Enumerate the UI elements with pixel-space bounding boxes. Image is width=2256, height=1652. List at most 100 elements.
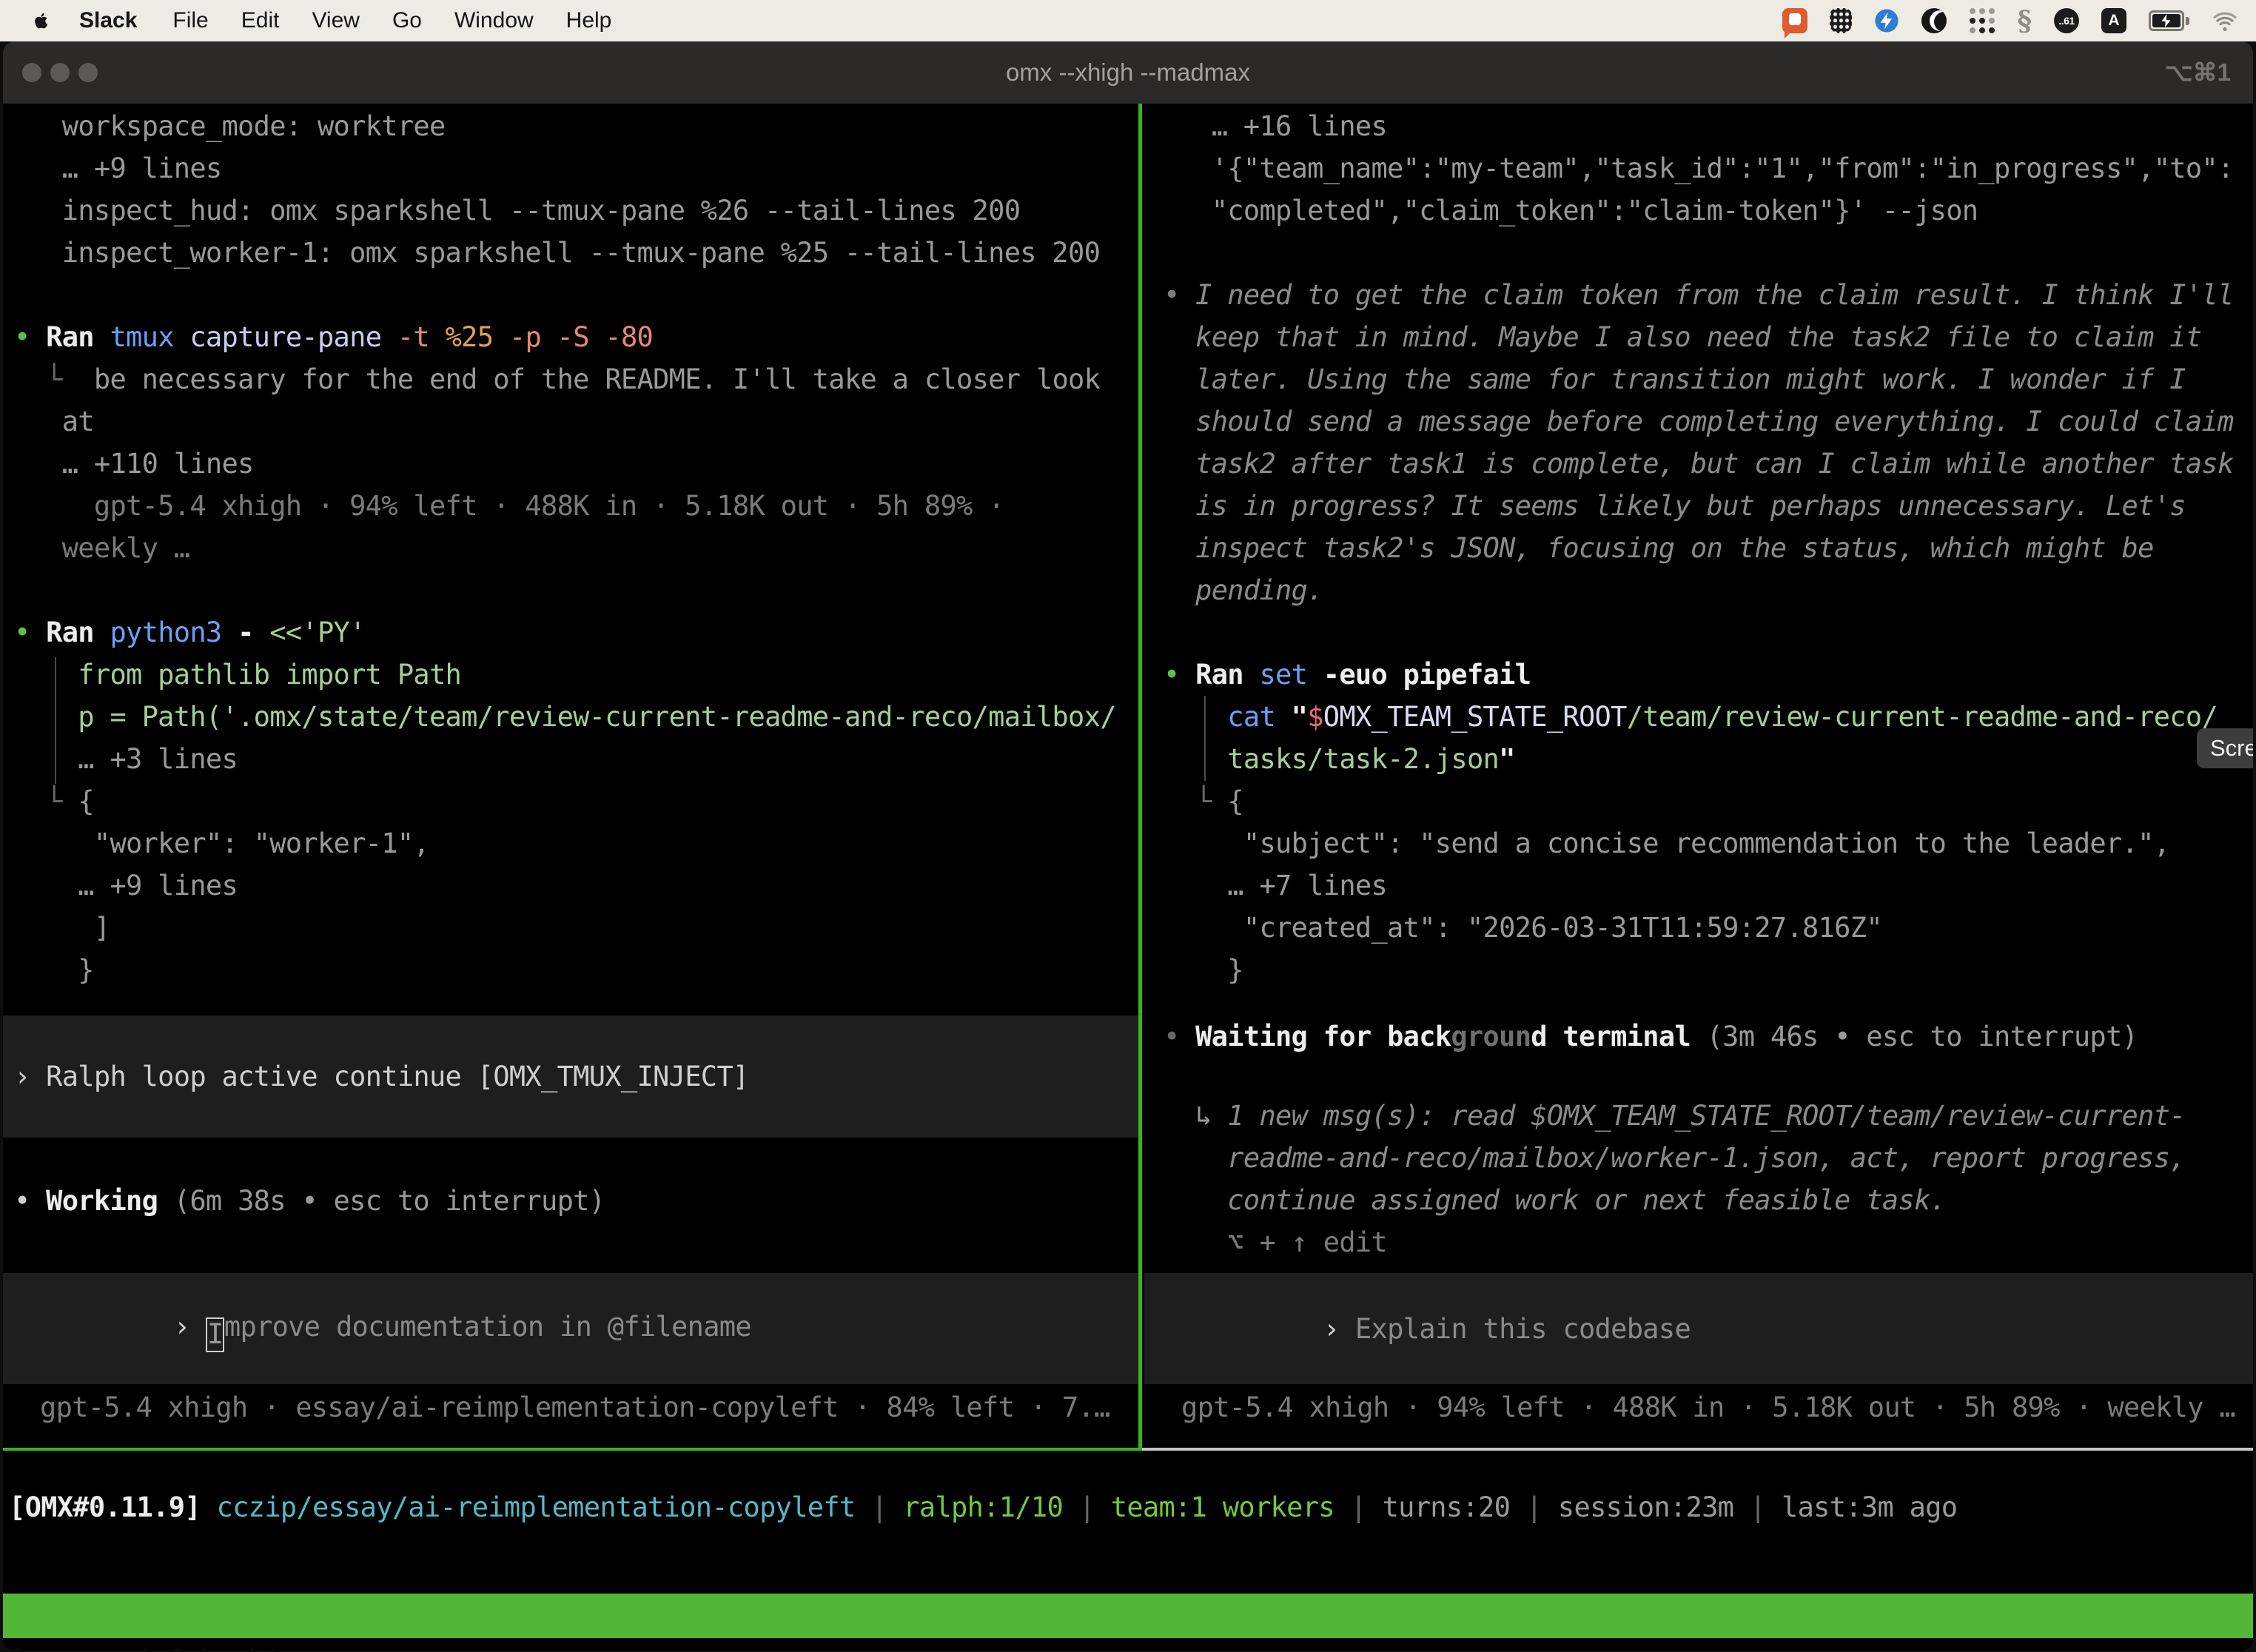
macos-menu-bar: Slack File Edit View Go Window Help § ..61 A [0,0,2256,41]
battery-icon[interactable] [2149,10,2189,31]
menu-item-go[interactable]: Go [392,8,422,33]
terminal-window: omx --xhigh --madmax ⌥⌘1 workspace_mode:… [3,41,2253,1651]
model-status-line-right: gpt-5.4 xhigh · 94% left · 488K in · 5.1… [1181,1386,2235,1428]
terminal-line: should send a message before completing … [1164,400,2253,443]
text-segment: should send a message before completing … [1164,406,2234,437]
menu-app-name[interactable]: Slack [79,8,137,33]
text-segment: -S [557,321,605,353]
terminal-line: task2 after task1 is complete, but can I… [1164,443,2253,485]
terminal-line: • Ran python3 - <<'PY' [14,611,1138,654]
terminal-line: pending. [1164,569,2253,611]
terminal-line: later. Using the same for transition mig… [1164,358,2253,400]
text-segment: Ran [46,617,110,648]
text-segment: ralph:1/10 [903,1491,1063,1523]
text-segment: " [1292,701,1308,733]
text-segment: › [14,1061,46,1092]
menu-items: File Edit View Go Window Help [140,8,611,33]
squiggle-icon[interactable]: § [2018,8,2032,33]
text-segment: - [238,617,269,648]
text-segment: -t [397,321,446,353]
ralph-inject-banner-text: › Ralph loop active continue [OMX_TMUX_I… [14,1055,749,1098]
text-segment: I need to get the claim token from the c… [1195,279,2233,311]
terminal-line: • I need to get the claim token from the… [1164,274,2253,316]
text-segment: <<'PY' [269,617,365,648]
text-segment: | [1733,1491,1782,1523]
window-title-bar[interactable]: omx --xhigh --madmax ⌥⌘1 [3,41,2253,104]
text-segment: Working [46,1185,158,1217]
terminal-line: • Ran tmux capture-pane -t %25 -p -S -80 [14,316,1138,358]
text-segment: continue assigned work or next feasible … [1164,1184,1946,1216]
wifi-glyph [2212,9,2238,33]
text-segment: "created_at": "2026-03-31T11:59:27.816Z" [1164,912,1882,944]
terminal-line: from pathlib import Path [14,654,1138,696]
text-segment: -euo pipefail [1323,659,1531,691]
percent-badge-text: ..61 [2058,15,2074,27]
text-segment: • [1164,279,1195,311]
menu-item-edit[interactable]: Edit [241,8,280,33]
text-segment: • [1164,1021,1195,1052]
indent-guide [55,657,56,784]
terminal-line: "completed","claim_token":"claim-token"}… [1164,189,2253,232]
right-pane-lines: … +16 lines '{"team_name":"my-team","tas… [1144,105,2253,991]
text-segment: … +3 lines [14,743,238,775]
text-segment: | [1335,1491,1383,1523]
text-segment: weekly … [14,532,189,564]
text-segment: '{"team_name":"my-team","task_id":"1","f… [1164,152,2234,184]
text-segment: session:23m [1558,1491,1733,1523]
terminal-pane-right: … +16 lines '{"team_name":"my-team","tas… [1144,104,2253,1449]
apple-menu-icon[interactable] [31,9,51,33]
prompt-chevron: › [1323,1313,1355,1345]
indent-guide [1204,696,1206,781]
text-segment: groun [1451,1021,1531,1052]
text-segment: } [14,954,94,986]
terminal-line: inspect_hud: omx sparkshell --tmux-pane … [14,189,1138,232]
window-shortcut-hint: ⌥⌘1 [2165,41,2231,104]
menu-item-help[interactable]: Help [566,8,612,33]
text-segment: inspect_worker-1: omx sparkshell --tmux-… [14,237,1100,269]
sync-icon[interactable] [1874,8,1899,33]
menu-item-file[interactable]: File [172,8,208,33]
screen-record-indicator-icon[interactable] [1782,8,1807,33]
prompt-input-left[interactable]: › Improve documentation in @filename [3,1273,1138,1384]
terminal-line: … +3 lines [14,738,1138,780]
prompt-input-right[interactable]: › Explain this codebase [1144,1273,2253,1384]
menu-item-window[interactable]: Window [454,8,534,33]
screen-tooltip: Scre [2197,728,2253,768]
terminal-line: at [14,400,1138,443]
percent-badge-icon[interactable]: ..61 [2054,8,2079,33]
text-segment: %25 [446,321,509,353]
grid-shield-icon[interactable] [1830,8,1852,33]
app-grid-icon[interactable] [1969,7,1995,34]
text-segment: at [14,406,94,437]
text-segment: └ [14,785,78,817]
text-segment: " [1499,743,1515,775]
keyboard-layout-icon[interactable]: A [2101,8,2126,33]
terminal-line: cat "$OMX_TEAM_STATE_ROOT/team/review-cu… [1164,696,2253,738]
text-segment [201,1491,217,1523]
text-segment: "worker": "worker-1", [14,827,429,859]
terminal-line: … +7 lines [1164,864,2253,907]
text-segment: Waiting for back [1195,1021,1451,1052]
text-segment: "completed","claim_token":"claim-token"}… [1164,195,1978,226]
text-segment: … +7 lines [1164,870,1387,901]
wifi-icon[interactable] [2212,9,2238,33]
menu-item-view[interactable]: View [312,8,359,33]
text-segment: OMX_TEAM_STATE_ROOT [1323,701,1627,733]
terminal-line: … +16 lines [1164,105,2253,147]
mailbox-message-lines: ↳ 1 new msg(s): read $OMX_TEAM_STATE_ROO… [1144,1095,2253,1263]
record-inner-shape [1789,13,1801,25]
text-segment: • [14,1185,46,1217]
text-segment: p = Path('.omx/state/team/review-current… [14,701,1116,733]
text-segment: | [856,1491,904,1523]
tmux-pane-divider[interactable] [1138,104,1142,1451]
terminal-line: workspace_mode: worktree [14,105,1138,147]
battery-bolt [2152,14,2181,27]
text-segment: task2 after task1 is complete, but can I… [1164,448,2234,480]
text-segment: capture-pane [189,321,397,353]
text-segment: tmux [110,321,189,353]
text-segment: from pathlib import Path [14,659,461,691]
model-status-line-left: gpt-5.4 xhigh · essay/ai-reimplementatio… [40,1386,1110,1428]
text-segment: | [1063,1491,1111,1523]
contrast-icon[interactable] [1921,8,1947,33]
dot-grid-glyph [1970,8,1975,14]
